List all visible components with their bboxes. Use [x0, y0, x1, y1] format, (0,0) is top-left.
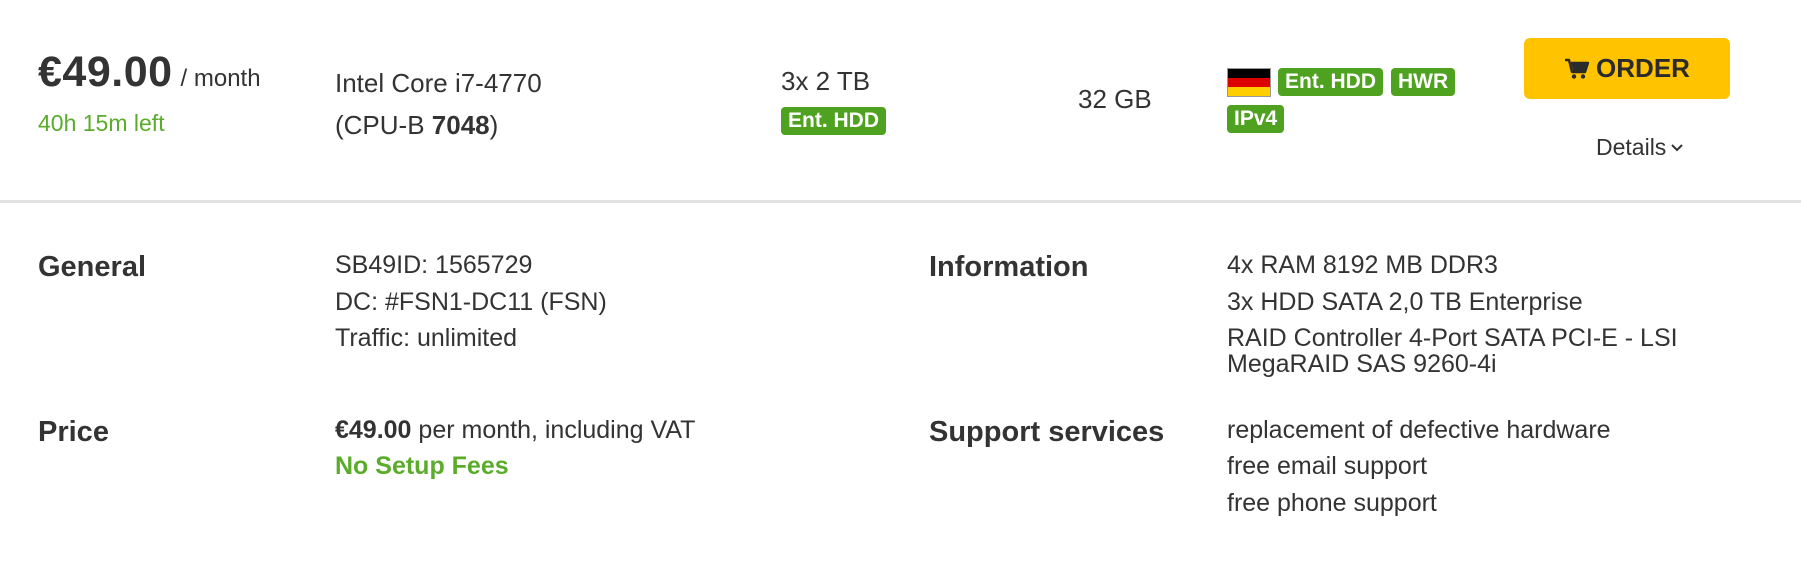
price-heading: Price — [38, 416, 109, 448]
cpu-info: Intel Core i7-4770 (CPU-B 7048) — [335, 62, 542, 146]
raid-detail: RAID Controller 4-Port SATA PCI-E - LSI … — [1227, 324, 1678, 378]
row-divider — [0, 200, 1801, 203]
chevron-down-icon — [1671, 143, 1684, 151]
offer-summary-row[interactable]: €49.00 / month 40h 15m left Intel Core i7… — [0, 0, 1801, 200]
cpu-model: Intel Core i7-4770 — [335, 68, 542, 98]
price-detail-text: per month, including VAT — [411, 416, 696, 444]
shopping-cart-icon — [1565, 58, 1590, 79]
price-detail: €49.00 per month, including VAT — [335, 416, 695, 445]
traffic: Traffic: unlimited — [335, 324, 518, 352]
setup-fees: No Setup Fees — [335, 452, 509, 480]
support-email: free email support — [1227, 452, 1428, 480]
feature-badge-ipv4: IPv4 — [1227, 105, 1285, 133]
monthly-price: €49.00 / month — [38, 48, 261, 97]
cpu-benchmark-suffix: ) — [489, 110, 499, 140]
cpu-benchmark: (CPU-B 7048) — [335, 104, 542, 146]
server-id: SB49ID: 1565729 — [335, 251, 533, 279]
hdd-detail: 3x HDD SATA 2,0 TB Enterprise — [1227, 288, 1583, 316]
details-toggle[interactable]: Details — [1596, 134, 1684, 161]
datacenter: DC: #FSN1-DC11 (FSN) — [335, 288, 607, 316]
details-label: Details — [1596, 134, 1667, 160]
feature-badge-hwr: HWR — [1391, 68, 1456, 96]
price-detail-amount: €49.00 — [335, 416, 412, 444]
information-heading: Information — [929, 251, 1089, 283]
price-amount: €49.00 — [38, 48, 173, 96]
feature-badge-ent-hdd: Ent. HDD — [1278, 68, 1383, 96]
support-heading: Support services — [929, 416, 1165, 448]
price-period: / month — [180, 65, 261, 92]
ram-detail: 4x RAM 8192 MB DDR3 — [1227, 251, 1498, 279]
disk-capacity: 3x 2 TB — [781, 66, 871, 96]
general-heading: General — [38, 251, 146, 283]
cpu-benchmark-value: 7048 — [431, 110, 490, 140]
disk-info: 3x 2 TB Ent. HDD — [781, 66, 886, 135]
auction-time-left: 40h 15m left — [38, 110, 165, 136]
ram-info: 32 GB — [1078, 84, 1152, 114]
flag-germany-icon — [1227, 68, 1271, 97]
order-button-label: ORDER — [1596, 53, 1690, 83]
support-hardware: replacement of defective hardware — [1227, 416, 1611, 444]
support-phone: free phone support — [1227, 489, 1437, 517]
order-button[interactable]: ORDER — [1524, 38, 1730, 99]
server-offer-page: €49.00 / month 40h 15m left Intel Core i7… — [0, 0, 1801, 565]
cpu-benchmark-prefix: (CPU-B — [335, 110, 432, 140]
disk-type-badge: Ent. HDD — [781, 107, 886, 135]
